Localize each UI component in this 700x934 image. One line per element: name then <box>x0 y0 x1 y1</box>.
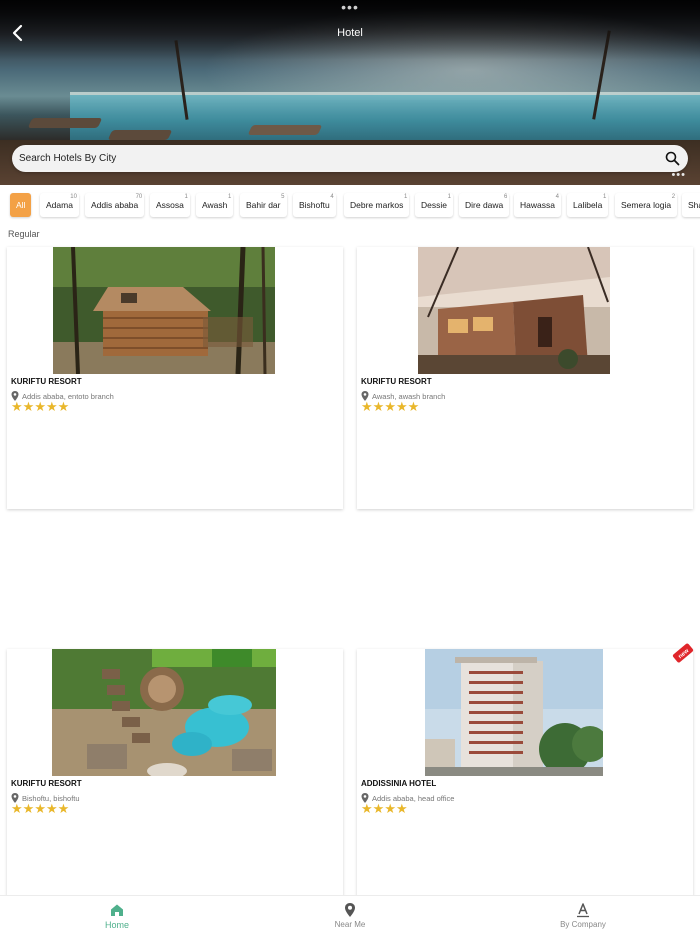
star-icon: ★ <box>57 801 70 816</box>
star-icon: ★ <box>372 801 385 816</box>
star-icon: ★ <box>34 801 46 816</box>
hotel-photo <box>418 247 610 374</box>
star-icon: ★ <box>407 399 420 414</box>
hotel-photo <box>52 649 276 776</box>
search-icon[interactable] <box>665 151 680 166</box>
city-chip-all[interactable]: All <box>10 193 32 217</box>
hotel-name: KURIFTU RESORT <box>361 377 432 386</box>
home-icon <box>111 904 123 916</box>
hotel-card[interactable]: ADDISSINIA HOTEL Addis ababa, head offic… <box>357 649 693 911</box>
more-options-icon[interactable]: ••• <box>0 0 700 14</box>
star-icon: ★ <box>11 399 23 414</box>
hotel-photo <box>53 247 275 374</box>
star-icon: ★ <box>384 399 396 414</box>
search-bar[interactable] <box>12 145 688 172</box>
hotel-card[interactable]: KURIFTU RESORT Awash, awash branch ★★★★★ <box>357 247 693 509</box>
hotel-photo <box>425 649 603 776</box>
star-icon: ★ <box>34 399 46 414</box>
city-chip-adama[interactable]: Adama 10 <box>40 193 79 217</box>
star-icon: ★ <box>395 801 408 816</box>
new-badge-icon: new <box>672 643 694 663</box>
star-icon: ★ <box>45 399 58 414</box>
star-icon: ★ <box>372 399 385 414</box>
search-input[interactable] <box>19 145 649 172</box>
star-rating: ★★★★★ <box>361 399 419 415</box>
star-icon: ★ <box>45 801 58 816</box>
page-title: Hotel <box>337 27 363 39</box>
star-icon: ★ <box>395 399 408 414</box>
city-chip-lalibela[interactable]: Lalibela 1 <box>567 193 609 217</box>
city-chip-assosa[interactable]: Assosa 1 <box>150 193 190 217</box>
city-chip-bahir-dar[interactable]: Bahir dar 5 <box>240 193 287 217</box>
city-chip-awash[interactable]: Awash 1 <box>196 193 234 217</box>
city-chip-debre-markos[interactable]: Debre markos 1 <box>344 193 410 217</box>
star-rating: ★★★★ <box>361 801 408 817</box>
nav-near-me[interactable]: Near Me <box>280 896 420 934</box>
star-icon: ★ <box>11 801 23 816</box>
star-icon: ★ <box>22 801 35 816</box>
star-icon: ★ <box>57 399 70 414</box>
city-filter-bar[interactable]: All Adama 10 Addis ababa 70 Assosa 1 Awash 1… <box>0 185 700 225</box>
nav-home[interactable]: Home <box>47 896 187 934</box>
nav-by-company[interactable]: By Company <box>513 896 653 934</box>
hero-banner: ••• Hotel ••• <box>0 0 700 185</box>
star-rating: ★★★★★ <box>11 801 69 817</box>
city-chip-bishoftu[interactable]: Bishoftu 4 <box>293 193 336 217</box>
hotel-card[interactable]: KURIFTU RESORT Bishoftu, bishoftu ★★★★★ <box>7 649 343 911</box>
hotel-card[interactable]: KURIFTU RESORT Addis ababa, entoto branc… <box>7 247 343 509</box>
star-rating: ★★★★★ <box>11 399 69 415</box>
section-label: Regular <box>8 229 40 239</box>
carousel-pager-icon: ••• <box>671 169 686 181</box>
city-chip-sha[interactable]: Sha <box>682 193 700 217</box>
city-chip-addis-ababa[interactable]: Addis ababa 70 <box>85 193 145 217</box>
hotel-name: KURIFTU RESORT <box>11 377 82 386</box>
star-icon: ★ <box>361 801 373 816</box>
location-pin-icon <box>345 903 355 917</box>
bottom-nav-bar: Home Near Me By Company <box>0 895 700 934</box>
city-chip-dessie[interactable]: Dessie 1 <box>415 193 453 217</box>
company-icon <box>577 903 589 918</box>
star-icon: ★ <box>361 399 373 414</box>
city-chip-hawassa[interactable]: Hawassa 4 <box>514 193 561 217</box>
hotel-name: ADDISSINIA HOTEL <box>361 779 437 788</box>
city-chip-dire-dawa[interactable]: Dire dawa 6 <box>459 193 510 217</box>
star-icon: ★ <box>384 801 396 816</box>
city-chip-semera-logia[interactable]: Semera logia 2 <box>615 193 678 217</box>
star-icon: ★ <box>22 399 35 414</box>
hotel-name: KURIFTU RESORT <box>11 779 82 788</box>
